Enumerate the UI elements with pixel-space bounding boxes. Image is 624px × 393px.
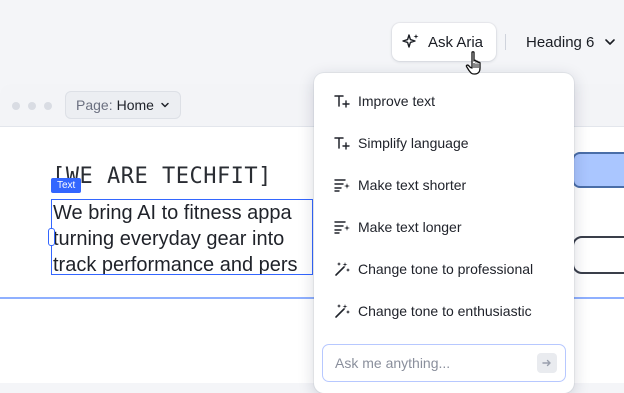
page-selector-label: Page: bbox=[76, 97, 113, 113]
send-button[interactable] bbox=[537, 353, 557, 373]
menu-item-label: Simplify language bbox=[358, 135, 469, 151]
menu-item-label: Make text shorter bbox=[358, 177, 467, 193]
body-text-line: We bring AI to fitness appa bbox=[53, 202, 292, 224]
element-type-tag: Text bbox=[51, 178, 82, 193]
ask-aria-label: Ask Aria bbox=[428, 33, 484, 51]
menu-item-label: Improve text bbox=[358, 93, 436, 109]
menu-item-simplify-language[interactable]: Simplify language bbox=[314, 122, 574, 164]
window-dot bbox=[28, 102, 36, 110]
sparkle-icon bbox=[402, 34, 419, 48]
ask-aria-input-wrapper bbox=[322, 344, 566, 382]
editor-toolbar: Ask Aria Heading 6 bbox=[0, 0, 624, 84]
body-text-line: track performance and pers bbox=[53, 254, 298, 275]
arrow-right-icon bbox=[542, 359, 551, 367]
menu-item-make-text-longer[interactable]: Make text longer bbox=[314, 206, 574, 248]
page-selector[interactable]: Page: Home bbox=[65, 91, 181, 119]
menu-item-label: Make text longer bbox=[358, 219, 462, 235]
menu-item-make-text-shorter[interactable]: Make text shorter bbox=[314, 164, 574, 206]
body-text-line: turning everyday gear into bbox=[53, 228, 285, 250]
resize-handle[interactable] bbox=[48, 228, 55, 246]
heading-style-dropdown[interactable]: Heading 6 bbox=[526, 23, 616, 61]
menu-item-label: Change tone to enthusiastic bbox=[358, 303, 532, 319]
hand-cursor-icon bbox=[465, 51, 481, 75]
page-selector-value: Home bbox=[116, 97, 154, 113]
menu-item-improve-text[interactable]: Improve text bbox=[314, 80, 574, 122]
window-dot bbox=[44, 102, 52, 110]
chevron-down-icon bbox=[161, 102, 169, 108]
text-simplify-icon bbox=[334, 137, 350, 150]
canvas-button-shape[interactable] bbox=[572, 152, 624, 188]
canvas-button-shape[interactable] bbox=[572, 236, 624, 274]
window-dot bbox=[12, 102, 20, 110]
aria-actions-menu: Improve text Simplify language Make text… bbox=[314, 73, 574, 393]
menu-item-label: Change tone to professional bbox=[358, 261, 534, 277]
magic-wand-icon bbox=[335, 304, 350, 318]
chevron-down-icon bbox=[605, 39, 616, 45]
text-longer-icon bbox=[334, 221, 350, 234]
ask-aria-input[interactable] bbox=[335, 355, 515, 371]
heading-style-value: Heading 6 bbox=[526, 33, 595, 51]
selected-text-element[interactable]: We bring AI to fitness appa turning ever… bbox=[51, 199, 313, 275]
toolbar-divider bbox=[505, 34, 506, 50]
headline-text[interactable]: [WE ARE TECHFIT] bbox=[52, 164, 272, 189]
text-improve-icon bbox=[334, 95, 350, 108]
menu-item-tone-professional[interactable]: Change tone to professional bbox=[314, 248, 574, 290]
menu-item-tone-enthusiastic[interactable]: Change tone to enthusiastic bbox=[314, 290, 574, 332]
magic-wand-icon bbox=[335, 262, 350, 276]
text-shorter-icon bbox=[334, 179, 350, 192]
